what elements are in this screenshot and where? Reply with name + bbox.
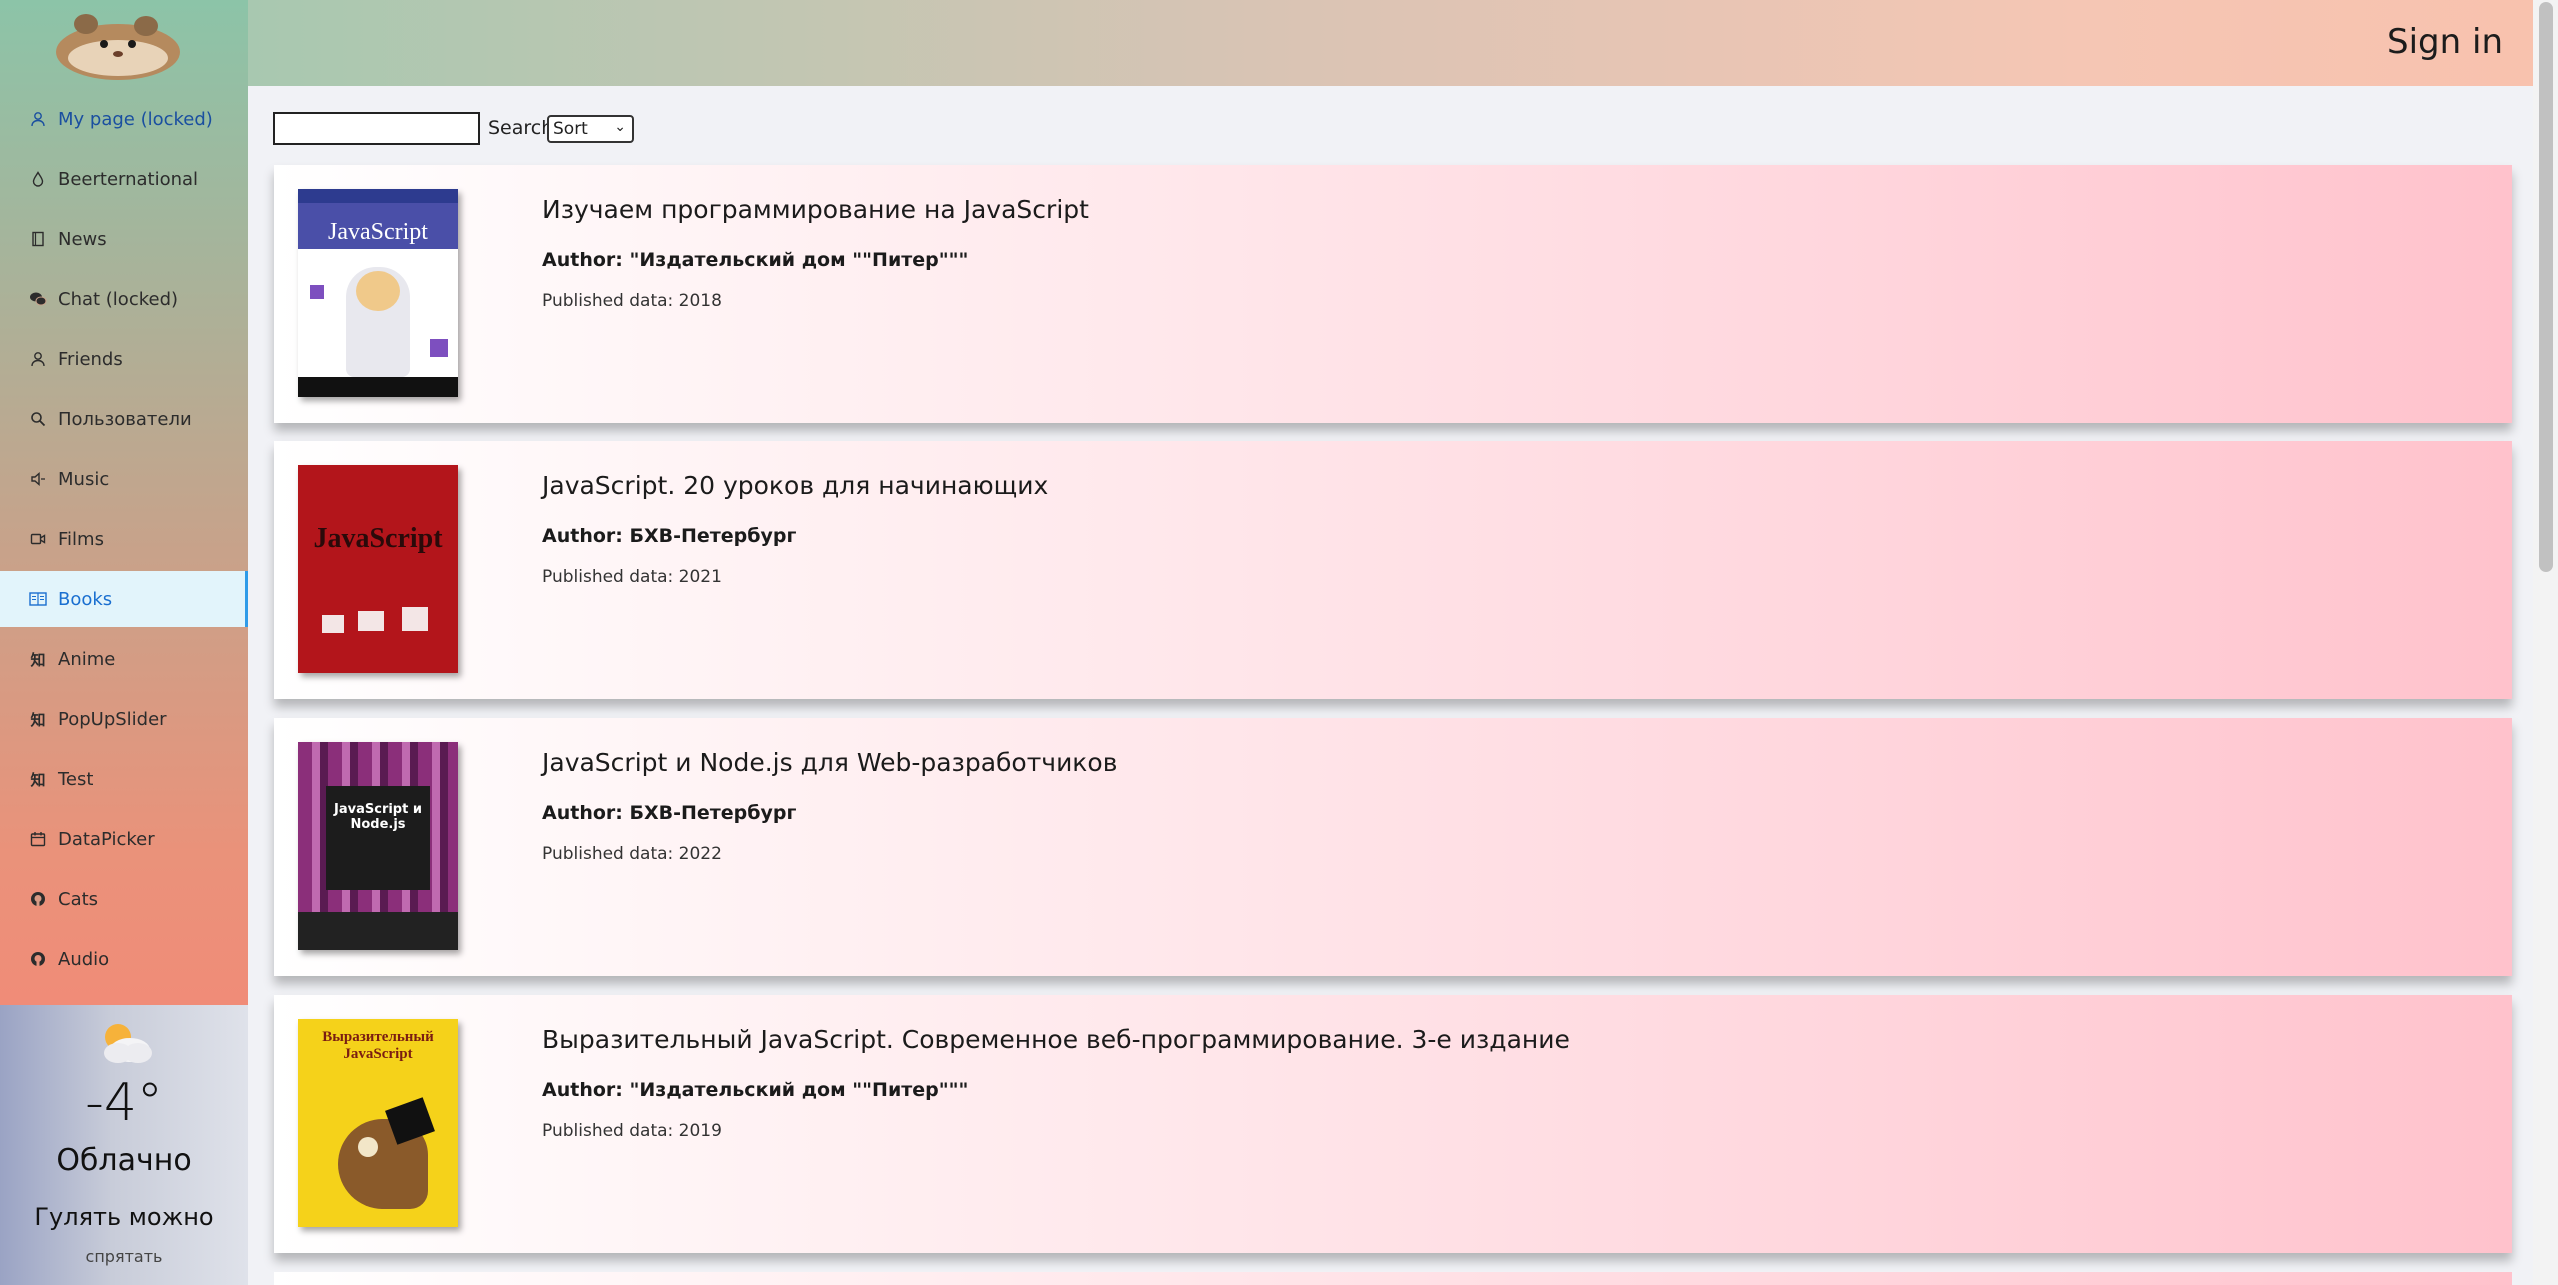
search-input[interactable] <box>273 112 480 145</box>
sidebar-item-my-page[interactable]: My page (locked) <box>0 91 248 147</box>
speaker-icon <box>28 469 48 489</box>
sidebar-item-friends[interactable]: Friends <box>0 331 248 387</box>
book-cover: JavaScript <box>298 465 458 673</box>
sidebar-item-films[interactable]: Films <box>0 511 248 567</box>
sort-selected-value: Sort <box>553 119 588 139</box>
sidebar-item-label: Films <box>58 528 104 550</box>
sidebar-item-beerternational[interactable]: Beerternational <box>0 151 248 207</box>
book-card[interactable]: Выразительный JavaScript Выразительный J… <box>274 995 2512 1253</box>
search-icon <box>28 409 48 429</box>
sidebar-item-datapicker[interactable]: DataPicker <box>0 811 248 867</box>
sidebar-item-books[interactable]: Books <box>0 571 248 627</box>
book-title[interactable]: Выразительный JavaScript. Современное ве… <box>542 1025 1570 1054</box>
sidebar-item-label: Music <box>58 468 110 490</box>
sidebar-item-chat[interactable]: Chat (locked) <box>0 271 248 327</box>
sidebar-item-users[interactable]: Пользователи <box>0 391 248 447</box>
user-icon <box>28 109 48 129</box>
hamster-logo[interactable] <box>48 2 188 84</box>
cover-title: JavaScript и Node.js <box>334 802 422 832</box>
sidebar-item-label: Cats <box>58 888 99 910</box>
user-icon <box>28 349 48 369</box>
sidebar-item-label: Пользователи <box>58 408 192 430</box>
sidebar: My page (locked) Beerternational News Ch… <box>0 0 248 1005</box>
sidebar-item-audio[interactable]: Audio <box>0 931 248 987</box>
drop-icon <box>28 169 48 189</box>
sidebar-item-label: Beerternational <box>58 168 199 190</box>
weather-advice: Гулять можно <box>34 1203 214 1231</box>
sidebar-item-label: DataPicker <box>58 828 155 850</box>
sign-in-link[interactable]: Sign in <box>2387 22 2503 62</box>
weather-hide-link[interactable]: спрятать <box>0 1247 248 1266</box>
book-title[interactable]: JavaScript и Node.js для Web-разработчик… <box>542 748 1117 777</box>
kanji-icon: 知 <box>30 650 46 669</box>
book-cover: JavaScript <box>298 189 458 397</box>
book-published: Published data: 2022 <box>542 844 722 864</box>
book-card-partial[interactable] <box>274 1272 2512 1285</box>
chat-icon <box>28 289 48 309</box>
book-author: Author: БХВ-Петербург <box>542 802 797 824</box>
sidebar-item-label: Books <box>58 588 113 610</box>
book-title[interactable]: Изучаем программирование на JavaScript <box>542 195 1089 224</box>
book-author: Author: БХВ-Петербург <box>542 525 797 547</box>
sidebar-item-test[interactable]: 知 Test <box>0 751 248 807</box>
sidebar-item-news[interactable]: News <box>0 211 248 267</box>
book-published: Published data: 2019 <box>542 1121 722 1141</box>
cover-title: JavaScript <box>313 523 443 554</box>
sidebar-item-label: Friends <box>58 348 123 370</box>
top-header: Sign in <box>248 0 2533 86</box>
sidebar-item-music[interactable]: Music <box>0 451 248 507</box>
reader-icon <box>28 589 48 609</box>
sidebar-item-popupslider[interactable]: 知 PopUpSlider <box>0 691 248 747</box>
weather-widget: -4° Облачно Гулять можно спрятать <box>0 1005 248 1285</box>
sidebar-item-label: Audio <box>58 948 110 970</box>
chevron-down-icon: ⌄ <box>614 119 626 135</box>
scrollbar-thumb[interactable] <box>2539 2 2553 572</box>
book-icon <box>28 229 48 249</box>
search-label[interactable]: Search <box>488 117 553 139</box>
book-card[interactable]: JavaScript и Node.js JavaScript и Node.j… <box>274 718 2512 976</box>
weather-description: Облачно <box>56 1143 192 1178</box>
book-title[interactable]: JavaScript. 20 уроков для начинающих <box>542 471 1048 500</box>
cover-title: JavaScript <box>328 219 428 245</box>
book-cover: JavaScript и Node.js <box>298 742 458 950</box>
sidebar-item-anime[interactable]: 知 Anime <box>0 631 248 687</box>
book-card[interactable]: JavaScript JavaScript. 20 уроков для нач… <box>274 441 2512 699</box>
kanji-icon: 知 <box>30 770 46 789</box>
cover-title: Выразительный JavaScript <box>322 1029 434 1062</box>
sidebar-item-label: My page (locked) <box>58 108 213 130</box>
sidebar-item-label: Anime <box>58 648 116 670</box>
sidebar-item-cats[interactable]: Cats <box>0 871 248 927</box>
calendar-icon <box>28 829 48 849</box>
book-author: Author: "Издательский дом ""Питер""" <box>542 1079 969 1101</box>
github-icon <box>28 949 48 969</box>
sidebar-item-label: Chat (locked) <box>58 288 179 310</box>
sidebar-item-label: Test <box>58 768 94 790</box>
cloud-sun-icon <box>104 1024 152 1063</box>
github-icon <box>28 889 48 909</box>
video-icon <box>28 529 48 549</box>
sort-select[interactable]: Sort ⌄ <box>547 115 634 143</box>
sidebar-item-label: PopUpSlider <box>58 708 167 730</box>
sidebar-item-label: News <box>58 228 107 250</box>
kanji-icon: 知 <box>30 710 46 729</box>
book-cover: Выразительный JavaScript <box>298 1019 458 1227</box>
weather-temperature: -4° <box>85 1073 163 1133</box>
book-author: Author: "Издательский дом ""Питер""" <box>542 249 969 271</box>
book-published: Published data: 2018 <box>542 291 722 311</box>
book-published: Published data: 2021 <box>542 567 722 587</box>
book-card[interactable]: JavaScript Изучаем программирование на J… <box>274 165 2512 423</box>
